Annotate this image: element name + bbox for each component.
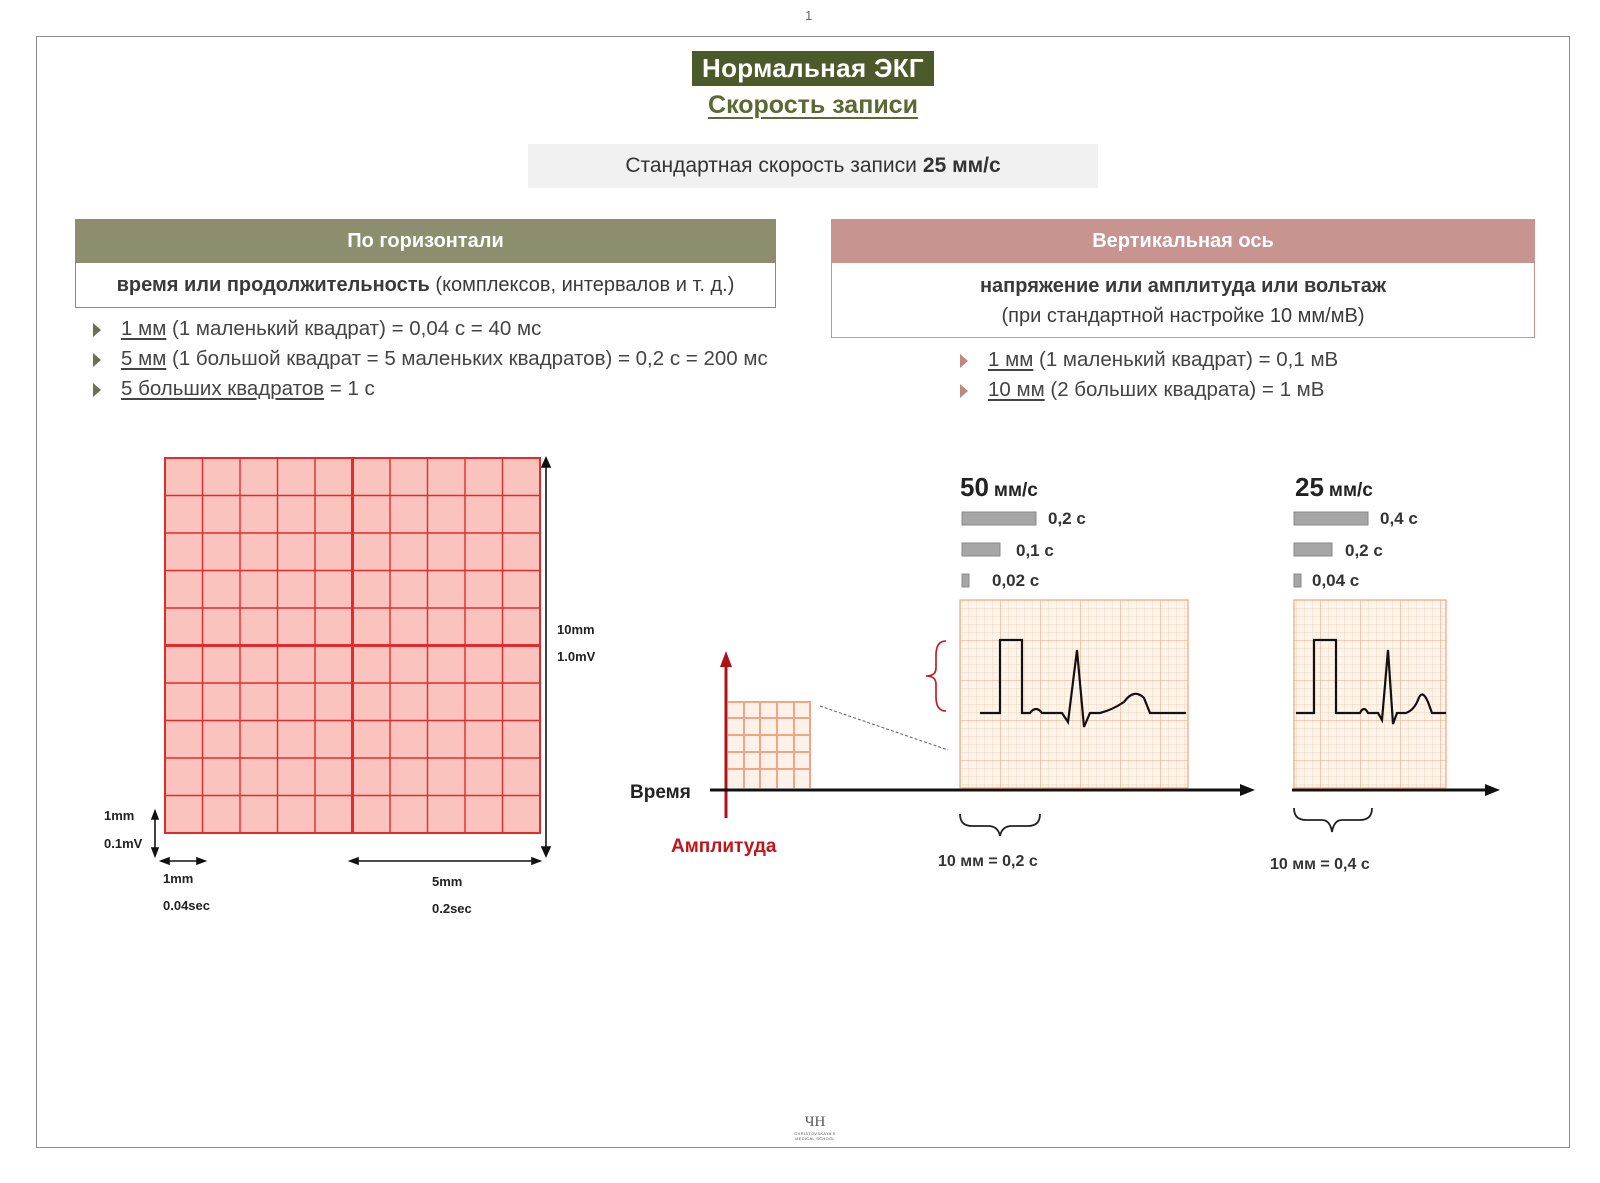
amplitude-label: Амплитуда (671, 836, 777, 857)
zoom-line (819, 705, 949, 751)
bar-label: 0,02 с (992, 571, 1039, 590)
speed25-title: 25 мм/с (1295, 472, 1373, 502)
speed50-title: 50 мм/с (960, 472, 1038, 502)
bar-25-004s (1293, 573, 1302, 588)
caption-brace-25 (1293, 807, 1373, 833)
bar-label: 0,2 с (1345, 541, 1383, 560)
bar-25-04s (1293, 511, 1369, 526)
bar-label: 0,4 с (1380, 509, 1418, 528)
time-label: Время (630, 782, 691, 803)
ecg-strip-50 (959, 599, 1189, 789)
bar-label: 0,2 с (1048, 509, 1086, 528)
school-logo: ЧН CHRISTOVSKAYA'S MEDICAL SCHOOL (770, 1114, 860, 1141)
caption-50: 10 мм = 0,2 с (938, 853, 1038, 870)
bar-50-01s (961, 542, 1001, 557)
caption-25: 10 мм = 0,4 с (1270, 856, 1370, 873)
logo-line2: MEDICAL SCHOOL (795, 1136, 835, 1141)
bar-50-002s (961, 573, 970, 588)
small-ecg-grid (728, 702, 810, 788)
time-arrowhead-50 (1240, 784, 1255, 796)
amplitude-arrowhead (720, 651, 732, 667)
bar-label: 0,1 с (1016, 541, 1054, 560)
bar-25-02s (1293, 542, 1333, 557)
bar-50-02s (961, 511, 1037, 526)
logo-mark: ЧН (804, 1114, 826, 1130)
time-arrowhead-25 (1485, 784, 1500, 796)
bar-label: 0,04 с (1312, 571, 1359, 590)
caption-brace-50 (959, 813, 1041, 837)
speed-diagram: Время Амплитуда 50 мм/с 0,2 с 0,1 с 0,02 … (630, 472, 1500, 873)
amplitude-brace (925, 640, 947, 712)
